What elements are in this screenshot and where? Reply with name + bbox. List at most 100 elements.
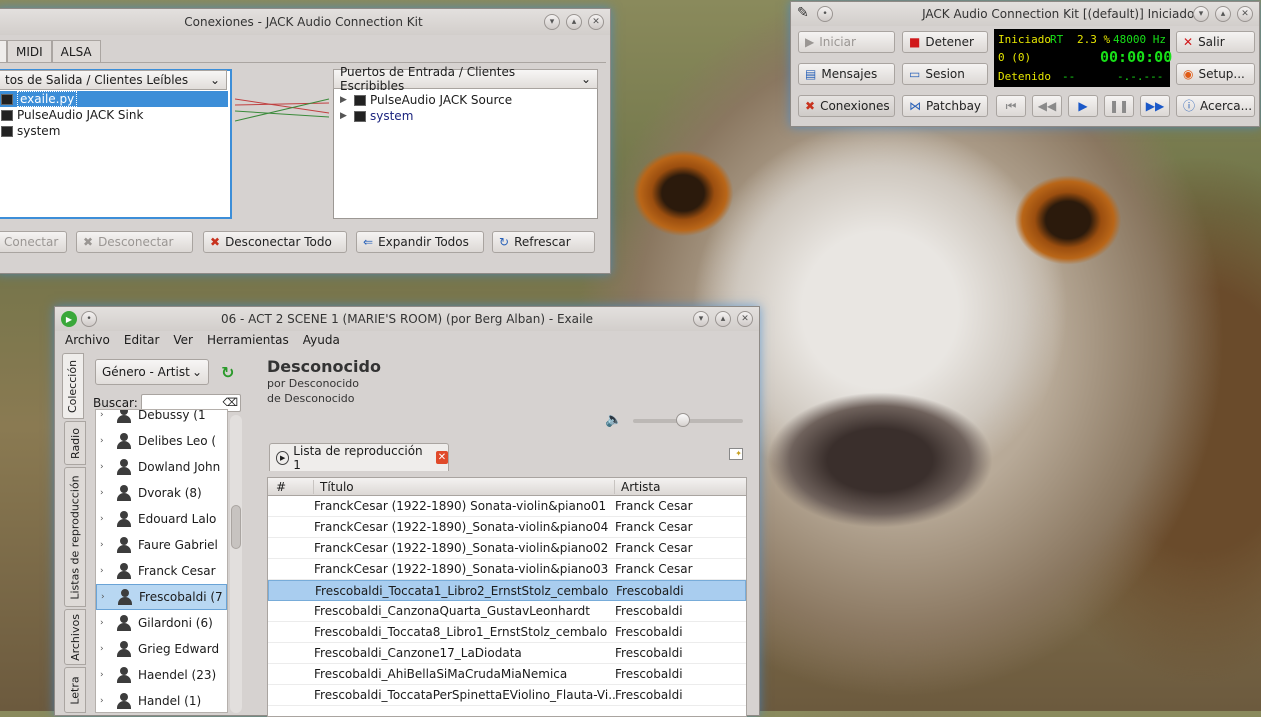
artist-scrollbar[interactable] bbox=[230, 415, 242, 713]
menu-ayuda[interactable]: Ayuda bbox=[303, 333, 340, 347]
table-row[interactable]: Frescobaldi_ToccataPerSpinettaEViolino_F… bbox=[268, 685, 746, 706]
exaile-titlebar[interactable]: ▶ • 06 - ACT 2 SCENE 1 (MARIE'S ROOM) (p… bbox=[55, 307, 759, 331]
expand-arrow-icon[interactable]: ▶ bbox=[340, 95, 350, 105]
tab-midi[interactable]: MIDI bbox=[7, 40, 52, 62]
tab-alsa[interactable]: ALSA bbox=[51, 40, 101, 62]
pause-button[interactable]: ❚❚ bbox=[1104, 95, 1134, 117]
column-artist[interactable]: Artista bbox=[615, 480, 735, 494]
chevron-down-icon[interactable]: ▾ bbox=[544, 14, 560, 30]
artist-row[interactable]: › Frescobaldi (7 bbox=[96, 584, 227, 610]
expand-all-button[interactable]: ⇐ Expandir Todos bbox=[356, 231, 484, 253]
volume-handle[interactable] bbox=[675, 413, 690, 427]
disconnect-button[interactable]: ✖ Desconectar bbox=[76, 231, 193, 253]
close-icon[interactable]: ✕ bbox=[1237, 6, 1253, 22]
connect-button[interactable]: Conectar bbox=[0, 231, 67, 253]
table-row[interactable]: FranckCesar (1922-1890)_Sonata-violin&pi… bbox=[268, 538, 746, 559]
playlist-table[interactable]: # Título Artista FranckCesar (1922-1890)… bbox=[267, 477, 747, 717]
artist-row[interactable]: › Debussy (1 bbox=[96, 410, 227, 428]
rewind-start-button[interactable]: ⏮ bbox=[996, 95, 1026, 117]
column-number[interactable]: # bbox=[268, 479, 314, 494]
expand-arrow-icon[interactable]: › bbox=[100, 618, 110, 628]
table-row[interactable]: FranckCesar (1922-1890)_Sonata-violin&pi… bbox=[268, 517, 746, 538]
artist-row[interactable]: › Gilardoni (6) bbox=[96, 610, 227, 636]
tab-radio[interactable]: Radio bbox=[64, 421, 86, 465]
play-icon[interactable]: ▶ bbox=[61, 311, 77, 327]
tab-coleccion[interactable]: Colección bbox=[62, 353, 84, 419]
artist-row[interactable]: › Franck Cesar bbox=[96, 558, 227, 584]
expand-arrow-icon[interactable]: › bbox=[100, 488, 110, 498]
output-client-pulse-sink[interactable]: PulseAudio JACK Sink bbox=[0, 107, 228, 123]
expand-arrow-icon[interactable]: › bbox=[101, 592, 111, 602]
rewind-button[interactable]: ◀◀ bbox=[1032, 95, 1062, 117]
table-row[interactable]: Frescobaldi_Toccata8_Libro1_ErnstStolz_c… bbox=[268, 622, 746, 643]
refresh-icon[interactable]: ↻ bbox=[221, 363, 234, 382]
close-tab-icon[interactable]: ✕ bbox=[435, 451, 449, 464]
artist-row[interactable]: › Dowland John bbox=[96, 454, 227, 480]
expand-arrow-icon[interactable]: › bbox=[100, 410, 110, 420]
tab-audio[interactable] bbox=[0, 40, 7, 62]
output-client-system[interactable]: system bbox=[0, 123, 228, 139]
chevron-up-icon[interactable]: ▴ bbox=[566, 14, 582, 30]
expand-arrow-icon[interactable]: › bbox=[100, 696, 110, 706]
new-playlist-icon[interactable]: ✦ bbox=[729, 448, 743, 460]
close-icon[interactable]: ✕ bbox=[737, 311, 753, 327]
playlist-tab[interactable]: ▶ Lista de reproducción 1 ✕ bbox=[269, 443, 449, 472]
chevron-up-icon[interactable]: ▴ bbox=[715, 311, 731, 327]
menu-herramientas[interactable]: Herramientas bbox=[207, 333, 289, 347]
tab-letra[interactable]: Letra bbox=[64, 667, 86, 713]
menu-editar[interactable]: Editar bbox=[124, 333, 160, 347]
menu-ver[interactable]: Ver bbox=[173, 333, 193, 347]
artist-row[interactable]: › Dvorak (8) bbox=[96, 480, 227, 506]
artist-row[interactable]: › Edouard Lalo bbox=[96, 506, 227, 532]
table-row[interactable]: Frescobaldi_AhiBellaSiMaCrudaMiaNemica Fr… bbox=[268, 664, 746, 685]
artist-row[interactable]: › Haendel (23) bbox=[96, 662, 227, 688]
volume-slider[interactable] bbox=[633, 413, 743, 427]
artist-row[interactable]: › Faure Gabriel bbox=[96, 532, 227, 558]
jack-titlebar[interactable]: ✎ • JACK Audio Connection Kit [(default)… bbox=[791, 2, 1259, 26]
tab-listas[interactable]: Listas de reproducción bbox=[64, 467, 86, 607]
connections-button[interactable]: ✖ Conexiones bbox=[798, 95, 895, 117]
refresh-button[interactable]: ↻ Refrescar bbox=[492, 231, 595, 253]
expand-arrow-icon[interactable]: › bbox=[100, 644, 110, 654]
table-row[interactable]: Frescobaldi_Toccata1_Libro2_ErnstStolz_c… bbox=[268, 580, 746, 601]
expand-arrow-icon[interactable]: ▶ bbox=[340, 111, 350, 121]
speaker-icon[interactable]: 🔈 bbox=[605, 412, 622, 428]
artist-row[interactable]: › Handel (1) bbox=[96, 688, 227, 712]
forward-button[interactable]: ▶▶ bbox=[1140, 95, 1170, 117]
close-icon[interactable]: ✕ bbox=[588, 14, 604, 30]
input-ports-header[interactable]: Puertos de Entrada / Clientes Escribible… bbox=[333, 65, 598, 93]
about-button[interactable]: ⓘ Acerca... bbox=[1176, 95, 1255, 117]
artist-row[interactable]: › Delibes Leo ( bbox=[96, 428, 227, 454]
expand-arrow-icon[interactable]: › bbox=[100, 436, 110, 446]
chevron-up-icon[interactable]: ▴ bbox=[1215, 6, 1231, 22]
expand-arrow-icon[interactable]: › bbox=[100, 670, 110, 680]
disconnect-all-button[interactable]: ✖ Desconectar Todo bbox=[203, 231, 347, 253]
table-row[interactable]: FranckCesar (1922-1890)_Sonata-violin&pi… bbox=[268, 559, 746, 580]
output-client-exaile[interactable]: exaile.py bbox=[0, 91, 228, 107]
output-ports-header[interactable]: tos de Salida / Clientes Leíbles ⌄ bbox=[0, 70, 227, 90]
table-row[interactable]: FranckCesar (1922-1890) Sonata-violin&pi… bbox=[268, 496, 746, 517]
expand-arrow-icon[interactable]: › bbox=[100, 514, 110, 524]
table-row[interactable]: Frescobaldi_Canzone17_LaDiodata Frescobal… bbox=[268, 643, 746, 664]
artist-row[interactable]: › Grieg Edward bbox=[96, 636, 227, 662]
play-button[interactable]: ▶ bbox=[1068, 95, 1098, 117]
chevron-down-icon[interactable]: ▾ bbox=[1193, 6, 1209, 22]
column-title[interactable]: Título bbox=[314, 479, 615, 494]
tab-archivos[interactable]: Archivos bbox=[64, 609, 86, 665]
collection-view-select[interactable]: Género - Artist ⌄ bbox=[95, 359, 209, 385]
start-button[interactable]: ▶ Iniciar bbox=[798, 31, 895, 53]
chevron-down-icon[interactable]: ▾ bbox=[693, 311, 709, 327]
scrollbar-thumb[interactable] bbox=[231, 505, 241, 549]
table-row[interactable]: Frescobaldi_CanzonaQuarta_GustavLeonhard… bbox=[268, 601, 746, 622]
menu-icon[interactable]: • bbox=[817, 6, 833, 22]
menu-icon[interactable]: • bbox=[81, 311, 97, 327]
menu-archivo[interactable]: Archivo bbox=[65, 333, 110, 347]
expand-arrow-icon[interactable]: › bbox=[100, 566, 110, 576]
expand-arrow-icon[interactable]: › bbox=[100, 540, 110, 550]
messages-button[interactable]: ▤ Mensajes bbox=[798, 63, 895, 85]
stop-button[interactable]: ■ Detener bbox=[902, 31, 988, 53]
expand-arrow-icon[interactable]: › bbox=[100, 462, 110, 472]
setup-button[interactable]: ◉ Setup... bbox=[1176, 63, 1255, 85]
conexiones-titlebar[interactable]: Conexiones - JACK Audio Connection Kit ▾… bbox=[0, 9, 610, 35]
output-ports-panel[interactable]: tos de Salida / Clientes Leíbles ⌄ exail… bbox=[0, 69, 232, 219]
